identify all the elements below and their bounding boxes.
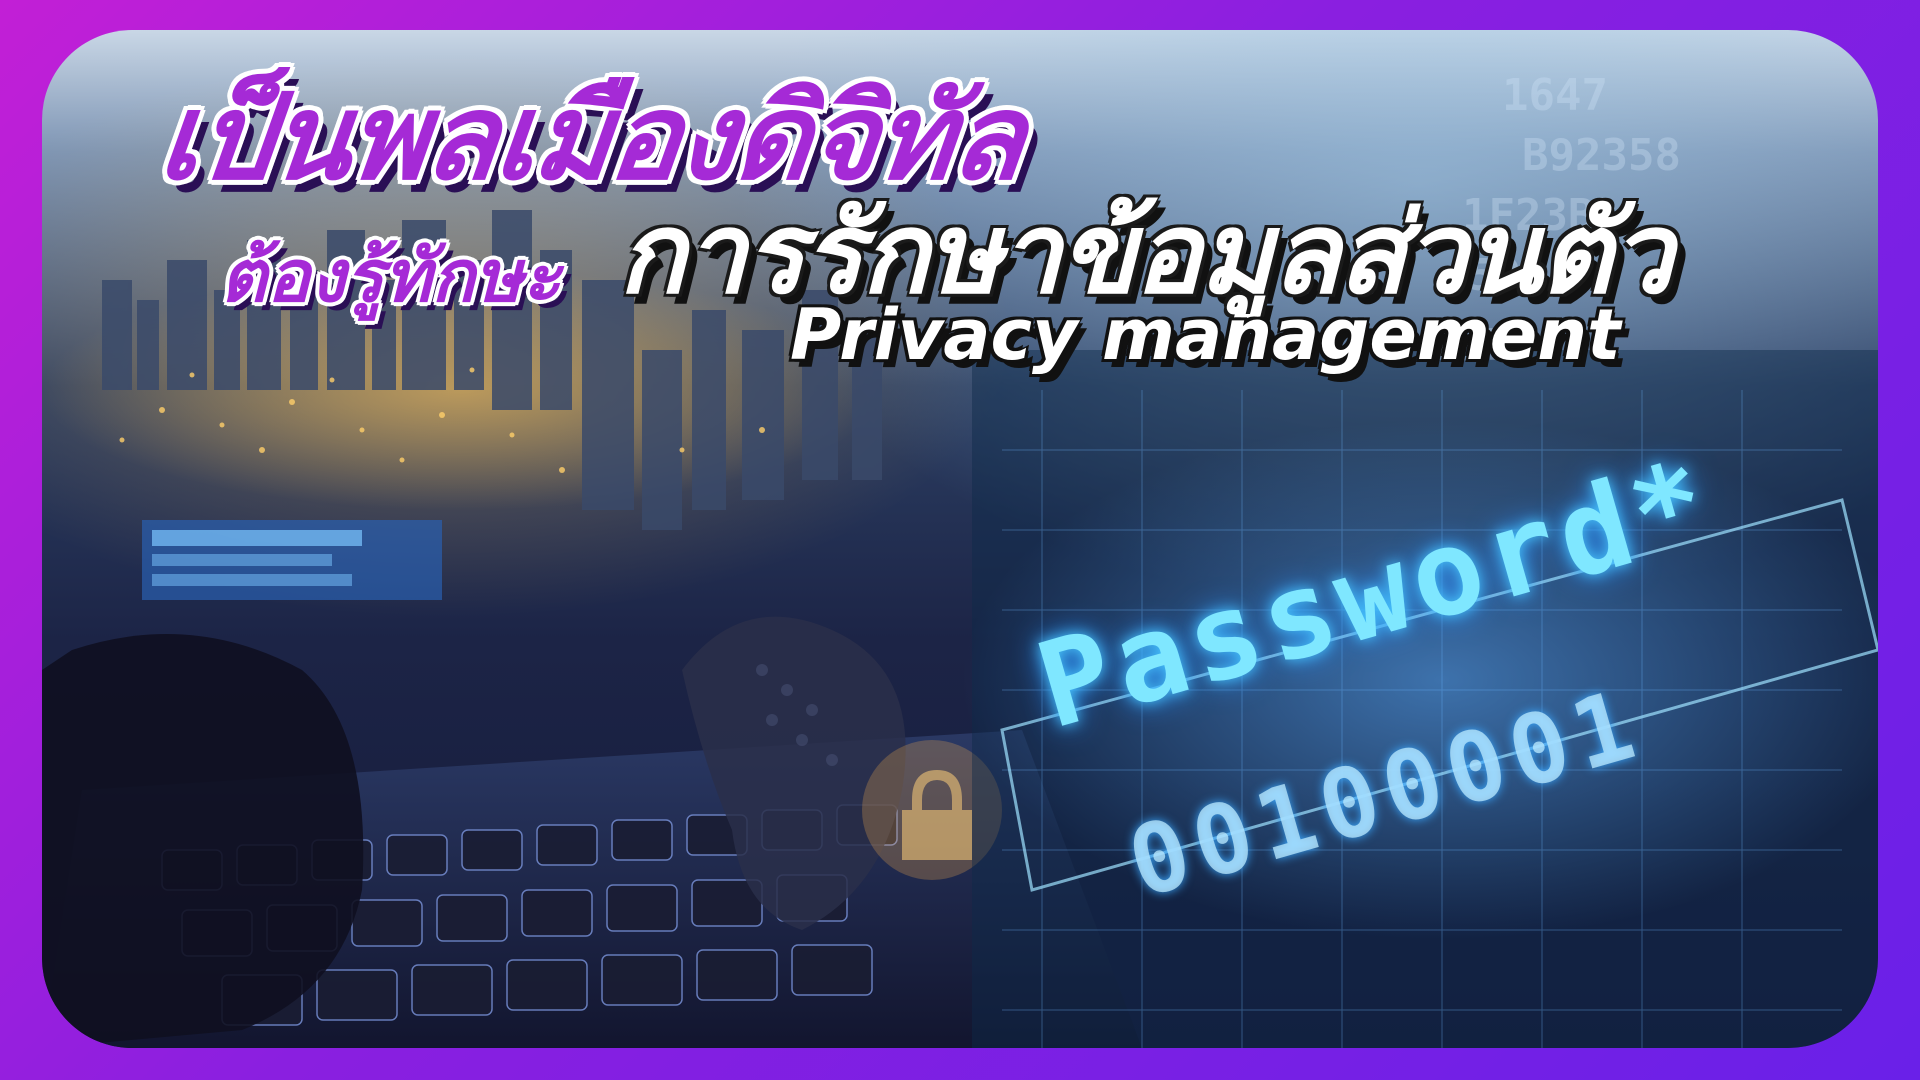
- headline-line-1: เป็นพลเมืองดิจิทัล: [152, 68, 1030, 206]
- headline-line-2-prefix: ต้องรู้ทักษะ: [220, 234, 562, 318]
- svg-text:B92358: B92358: [1522, 130, 1681, 181]
- svg-text:1647: 1647: [1502, 70, 1608, 121]
- headline-line-3: Privacy management: [790, 294, 1621, 376]
